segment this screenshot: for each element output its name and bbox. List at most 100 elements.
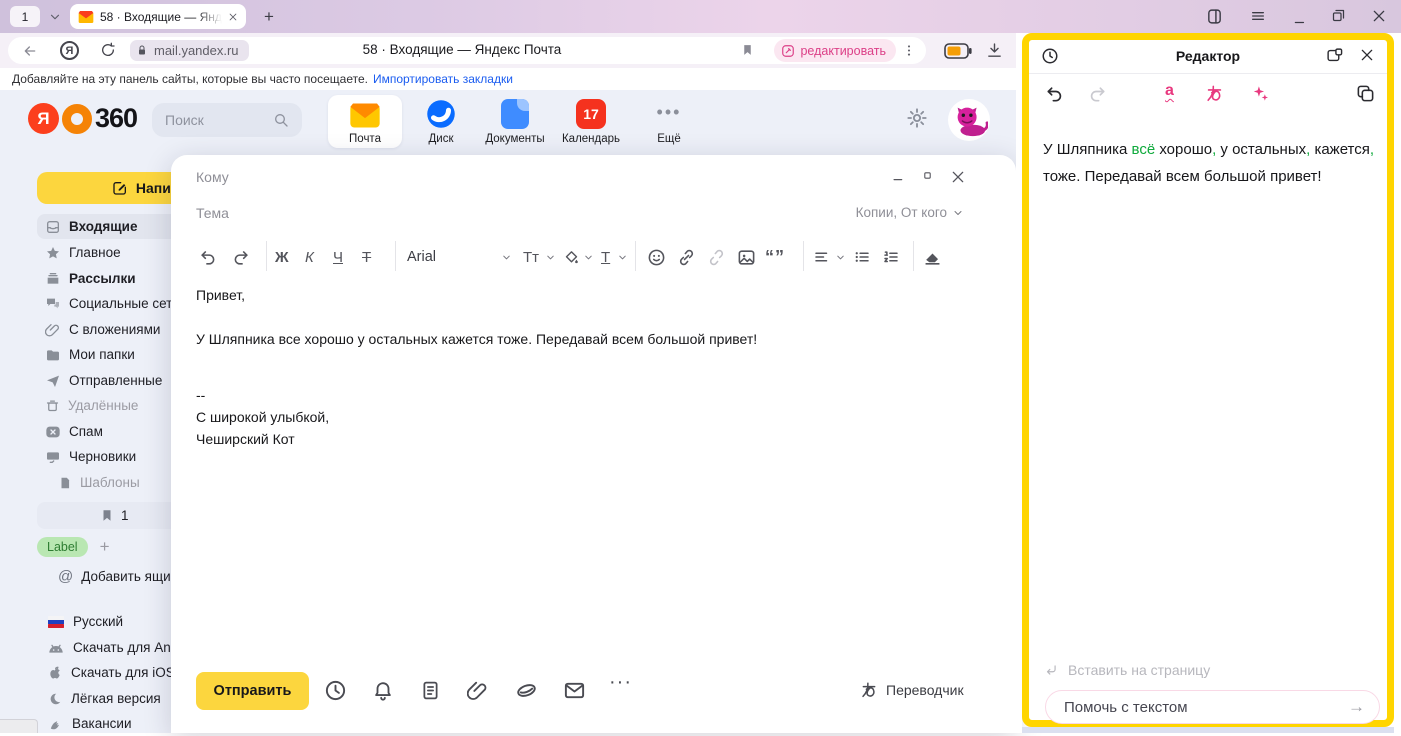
insert-to-page-button[interactable]: Вставить на страницу <box>1043 662 1210 678</box>
panel-undo-button[interactable] <box>1045 84 1065 104</box>
menu-icon[interactable] <box>1250 8 1266 24</box>
link-button[interactable] <box>677 243 696 271</box>
folder-icon <box>45 347 61 363</box>
text-segment: У Шляпника <box>1043 141 1132 158</box>
app-disk[interactable]: Диск <box>404 95 478 145</box>
edit-mode-button[interactable]: редактировать <box>774 39 896 62</box>
signature-line[interactable]: Чеширский Кот <box>196 431 295 447</box>
highlight-chevron-icon[interactable] <box>583 243 594 271</box>
minimize-icon[interactable] <box>1293 12 1307 26</box>
font-family-chevron-icon[interactable] <box>501 243 512 271</box>
attach-file-icon[interactable] <box>467 679 489 702</box>
italic-button[interactable]: К <box>305 243 314 271</box>
avatar[interactable] <box>948 99 990 141</box>
search-input[interactable]: Поиск <box>152 103 302 137</box>
import-bookmarks-link[interactable]: Импортировать закладки <box>373 72 513 86</box>
text-segment: хорошо <box>1155 141 1212 158</box>
tab-close-icon[interactable] <box>228 12 238 22</box>
app-more[interactable]: ••• Ещё <box>632 95 706 145</box>
yandex360-logo[interactable]: Я 360 <box>28 103 137 134</box>
url-text: mail.yandex.ru <box>154 43 239 58</box>
undo-button[interactable] <box>199 243 218 271</box>
template-icon[interactable] <box>420 679 441 702</box>
back-icon[interactable] <box>22 43 38 59</box>
submit-arrow-icon[interactable]: → <box>1348 697 1365 717</box>
font-size-chevron-icon[interactable] <box>545 243 556 271</box>
address-bar-row: Я mail.yandex.ru 58 · Входящие — Яндекс … <box>0 33 1016 68</box>
label-tag[interactable]: Label <box>37 537 88 557</box>
attach-disk-icon[interactable] <box>515 679 538 702</box>
browser-tab[interactable]: 58 · Входящие — Янде <box>70 4 246 29</box>
bold-button[interactable]: Ж <box>275 243 289 271</box>
compose-restore-icon[interactable] <box>921 169 934 182</box>
status-bubble <box>0 719 38 733</box>
yandex-logo-icon[interactable]: Я <box>60 41 79 60</box>
compose-close-icon[interactable] <box>950 169 966 185</box>
align-button[interactable] <box>813 243 831 271</box>
download-icon[interactable] <box>986 42 1003 59</box>
eraser-button[interactable] <box>923 243 942 271</box>
reminder-bell-icon[interactable] <box>372 679 394 702</box>
editor-corrected-text[interactable]: У Шляпника всё хорошо, у остальных, каже… <box>1043 136 1377 190</box>
attach-mail-icon[interactable] <box>563 679 586 702</box>
body-line[interactable]: У Шляпника все хорошо у остальных кажетс… <box>196 331 757 347</box>
strikethrough-button[interactable]: Т <box>362 243 371 271</box>
tab-list-chevron-icon[interactable] <box>48 10 62 24</box>
battery-icon[interactable] <box>944 43 972 59</box>
copy-button[interactable] <box>1356 84 1375 103</box>
close-icon[interactable] <box>1371 8 1387 24</box>
translate-button[interactable] <box>1205 84 1224 103</box>
unlink-button[interactable] <box>707 243 726 271</box>
logo-ya-letter: Я <box>28 103 59 134</box>
open-in-window-icon[interactable] <box>1326 47 1343 64</box>
text-color-button[interactable]: T <box>601 243 610 271</box>
emoji-button[interactable] <box>647 243 666 271</box>
subject-field[interactable]: Тема <box>196 205 229 221</box>
signature-line[interactable]: С широкой улыбкой, <box>196 409 329 425</box>
bookmark-flag-icon <box>100 508 114 523</box>
app-calendar[interactable]: 17 Календарь <box>554 95 628 145</box>
insert-image-button[interactable] <box>737 243 756 271</box>
signature-separator[interactable]: -- <box>196 387 205 403</box>
body-line[interactable]: Привет, <box>196 287 245 303</box>
redo-button[interactable] <box>231 243 250 271</box>
bookmark-icon[interactable] <box>741 43 754 57</box>
schedule-send-icon[interactable] <box>324 679 347 702</box>
add-label-button[interactable]: + <box>100 537 110 557</box>
prompt-input[interactable]: Помочь с текстом → <box>1045 690 1380 724</box>
spellcheck-button[interactable]: a <box>1165 82 1174 100</box>
to-field[interactable]: Кому <box>196 169 229 185</box>
translator-button[interactable]: Переводчик <box>860 681 964 699</box>
android-icon <box>48 642 64 654</box>
text-color-chevron-icon[interactable] <box>617 243 628 271</box>
cc-from-toggle[interactable]: Копии, От кого <box>856 205 964 220</box>
app-docs[interactable]: Документы <box>478 95 552 145</box>
translate-glyph-icon <box>860 681 878 699</box>
bullet-list-button[interactable] <box>853 243 871 271</box>
highlight-color-button[interactable] <box>563 243 580 271</box>
new-tab-button[interactable]: + <box>258 6 280 28</box>
url-chip[interactable]: mail.yandex.ru <box>130 40 249 61</box>
align-chevron-icon[interactable] <box>835 243 846 271</box>
window-edge <box>1394 33 1401 733</box>
kebab-menu-icon[interactable] <box>902 43 916 58</box>
restore-icon[interactable] <box>1331 8 1346 23</box>
underline-button[interactable]: Ч <box>333 243 343 271</box>
improve-text-button[interactable] <box>1251 84 1270 103</box>
panel-redo-button[interactable] <box>1087 84 1107 104</box>
numbered-list-button[interactable] <box>882 243 900 271</box>
app-mail[interactable]: Почта <box>328 95 402 148</box>
font-family-select[interactable]: Arial <box>407 243 436 271</box>
more-apps-icon: ••• <box>632 95 706 129</box>
tab-counter-button[interactable]: 1 <box>10 6 40 27</box>
panel-close-icon[interactable] <box>1359 47 1375 63</box>
settings-gear-icon[interactable] <box>906 107 928 129</box>
refresh-icon[interactable] <box>100 42 116 58</box>
panels-icon[interactable] <box>1206 8 1223 25</box>
compose-minimize-icon[interactable] <box>891 169 906 184</box>
search-icon <box>273 112 289 128</box>
quote-button[interactable]: “” <box>765 243 785 271</box>
more-options-button[interactable]: ··· <box>609 671 632 694</box>
send-button[interactable]: Отправить <box>196 672 309 710</box>
font-size-select[interactable]: Tт <box>523 243 539 271</box>
